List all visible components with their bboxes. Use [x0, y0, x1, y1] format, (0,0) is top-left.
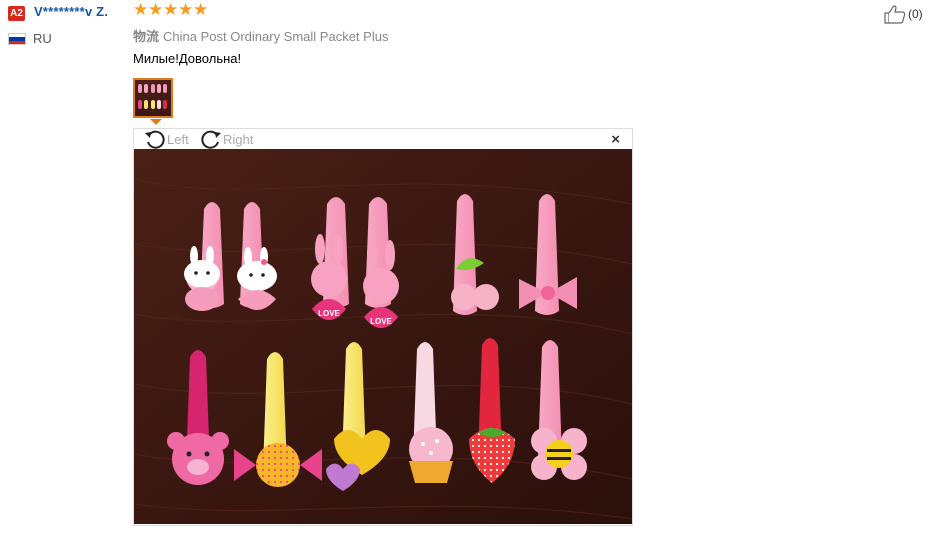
- country-flag-icon: [8, 33, 26, 45]
- thumb-clip: [138, 100, 142, 109]
- review-comment: Милые!Довольна!: [133, 51, 242, 66]
- helpful-button[interactable]: (0): [884, 4, 923, 24]
- thumb-clip: [151, 100, 155, 109]
- logistics-label: 物流: [133, 29, 160, 44]
- love-text: LOVE: [370, 317, 392, 326]
- reviewer-level-badge: A2: [8, 6, 25, 21]
- thumb-clip: [151, 84, 155, 93]
- star-icon: ★: [193, 0, 209, 19]
- rotate-right-icon: [201, 130, 221, 149]
- thumb-clip: [144, 84, 148, 93]
- star-icon: ★: [178, 0, 194, 19]
- star-icon: ★: [163, 0, 179, 19]
- review-photo: LOVE LOVE: [134, 149, 632, 524]
- thumb-clip: [157, 100, 161, 109]
- thumb-clip: [144, 100, 148, 109]
- rotate-left-icon: [145, 130, 165, 149]
- rotate-left-button[interactable]: Left: [144, 129, 189, 149]
- helpful-count: (0): [908, 7, 923, 21]
- star-icon: ★: [133, 0, 149, 19]
- rotate-right-label: Right: [223, 131, 254, 147]
- flag-stripe-red: [9, 40, 25, 44]
- love-text: LOVE: [318, 309, 340, 318]
- rotate-right-button[interactable]: Right: [200, 129, 253, 149]
- review-photo-thumbnail[interactable]: [133, 78, 173, 118]
- thumb-clip: [163, 84, 167, 93]
- thumb-clip: [163, 100, 167, 109]
- reviewer-country: RU: [33, 31, 52, 46]
- thumbs-up-icon: [884, 5, 906, 24]
- thumbnail-selected-caret: [150, 119, 162, 125]
- close-viewer-button[interactable]: ×: [611, 131, 620, 148]
- rotate-left-label: Left: [167, 131, 189, 147]
- reviewer-name[interactable]: V********v Z.: [34, 4, 108, 19]
- star-icon: ★: [148, 0, 164, 19]
- thumb-clip: [157, 84, 161, 93]
- photo-viewer: Left Right × LOVE LOVE: [133, 128, 633, 526]
- viewer-toolbar: Left Right ×: [134, 129, 632, 150]
- review-photo-image: LOVE LOVE: [134, 149, 632, 524]
- rating-stars: ★ ★ ★ ★ ★: [133, 0, 209, 19]
- thumb-clip: [138, 84, 142, 93]
- logistics-value: China Post Ordinary Small Packet Plus: [163, 29, 389, 44]
- logistics-info: 物流 China Post Ordinary Small Packet Plus: [133, 26, 388, 45]
